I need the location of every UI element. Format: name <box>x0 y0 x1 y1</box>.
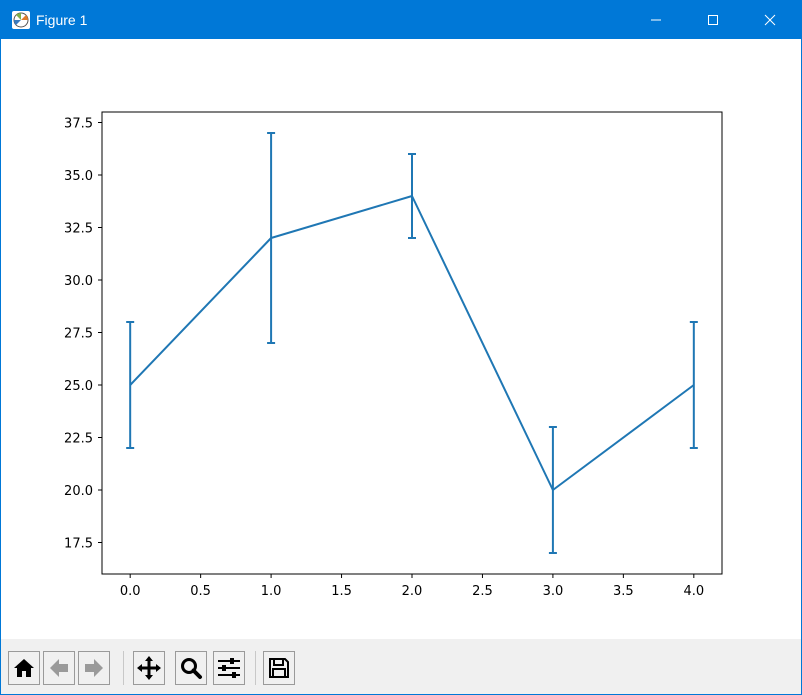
y-tick-label: 17.5 <box>64 537 93 552</box>
toolbar-separator <box>255 651 256 685</box>
y-tick-label: 35.0 <box>64 169 93 184</box>
floppy-disk-icon <box>269 658 289 678</box>
app-icon <box>12 11 30 29</box>
x-tick-label: 0.5 <box>190 584 211 599</box>
chart-svg[interactable]: 0.0 0.5 1.0 1.5 2.0 2.5 3.0 3.5 4.0 17.5 20.0 22.5 2… <box>1 39 801 639</box>
series-line <box>129 195 695 491</box>
minimize-icon <box>651 19 661 21</box>
home-icon <box>14 659 34 677</box>
x-tick-label: 3.5 <box>613 584 634 599</box>
back-button[interactable] <box>43 651 75 685</box>
configure-subplots-button[interactable] <box>213 651 245 685</box>
window-title: Figure 1 <box>36 12 88 28</box>
forward-button[interactable] <box>78 651 110 685</box>
close-button[interactable] <box>747 1 793 39</box>
x-tick-label: 1.0 <box>261 584 282 599</box>
x-tick-label: 2.5 <box>472 584 493 599</box>
y-tick-label: 27.5 <box>64 327 93 342</box>
home-button[interactable] <box>8 651 40 685</box>
toolbar-separator <box>123 651 124 685</box>
move-icon <box>137 656 161 680</box>
x-tick-label: 3.0 <box>543 584 564 599</box>
sliders-icon <box>218 658 240 678</box>
maximize-button[interactable] <box>690 1 736 39</box>
x-tick-label: 0.0 <box>120 584 141 599</box>
arrow-left-icon <box>50 659 68 677</box>
x-tick-label: 1.5 <box>331 584 352 599</box>
maximize-icon <box>708 15 718 25</box>
zoom-button[interactable] <box>175 651 207 685</box>
save-button[interactable] <box>263 651 295 685</box>
magnifier-icon <box>181 658 202 679</box>
arrow-right-icon <box>85 659 103 677</box>
minimize-button[interactable] <box>633 1 679 39</box>
close-icon <box>764 14 776 26</box>
y-tick-label: 30.0 <box>64 274 93 289</box>
y-tick-label: 37.5 <box>64 117 93 132</box>
pan-button[interactable] <box>133 651 165 685</box>
y-tick-label: 20.0 <box>64 484 93 499</box>
y-tick-label: 32.5 <box>64 222 93 237</box>
navigation-toolbar <box>1 639 801 694</box>
title-bar[interactable]: Figure 1 <box>1 1 801 39</box>
figure-window: Figure 1 0.0 0.5 1.0 1.5 2.0 2.5 3.0 3.5 4.0 17.5… <box>0 0 802 695</box>
y-tick-label: 22.5 <box>64 432 93 447</box>
y-tick-label: 25.0 <box>64 379 93 394</box>
x-tick-label: 2.0 <box>402 584 423 599</box>
figure-canvas[interactable]: 0.0 0.5 1.0 1.5 2.0 2.5 3.0 3.5 4.0 17.5 20.0 22.5 2… <box>1 39 801 639</box>
x-tick-label: 4.0 <box>683 584 704 599</box>
